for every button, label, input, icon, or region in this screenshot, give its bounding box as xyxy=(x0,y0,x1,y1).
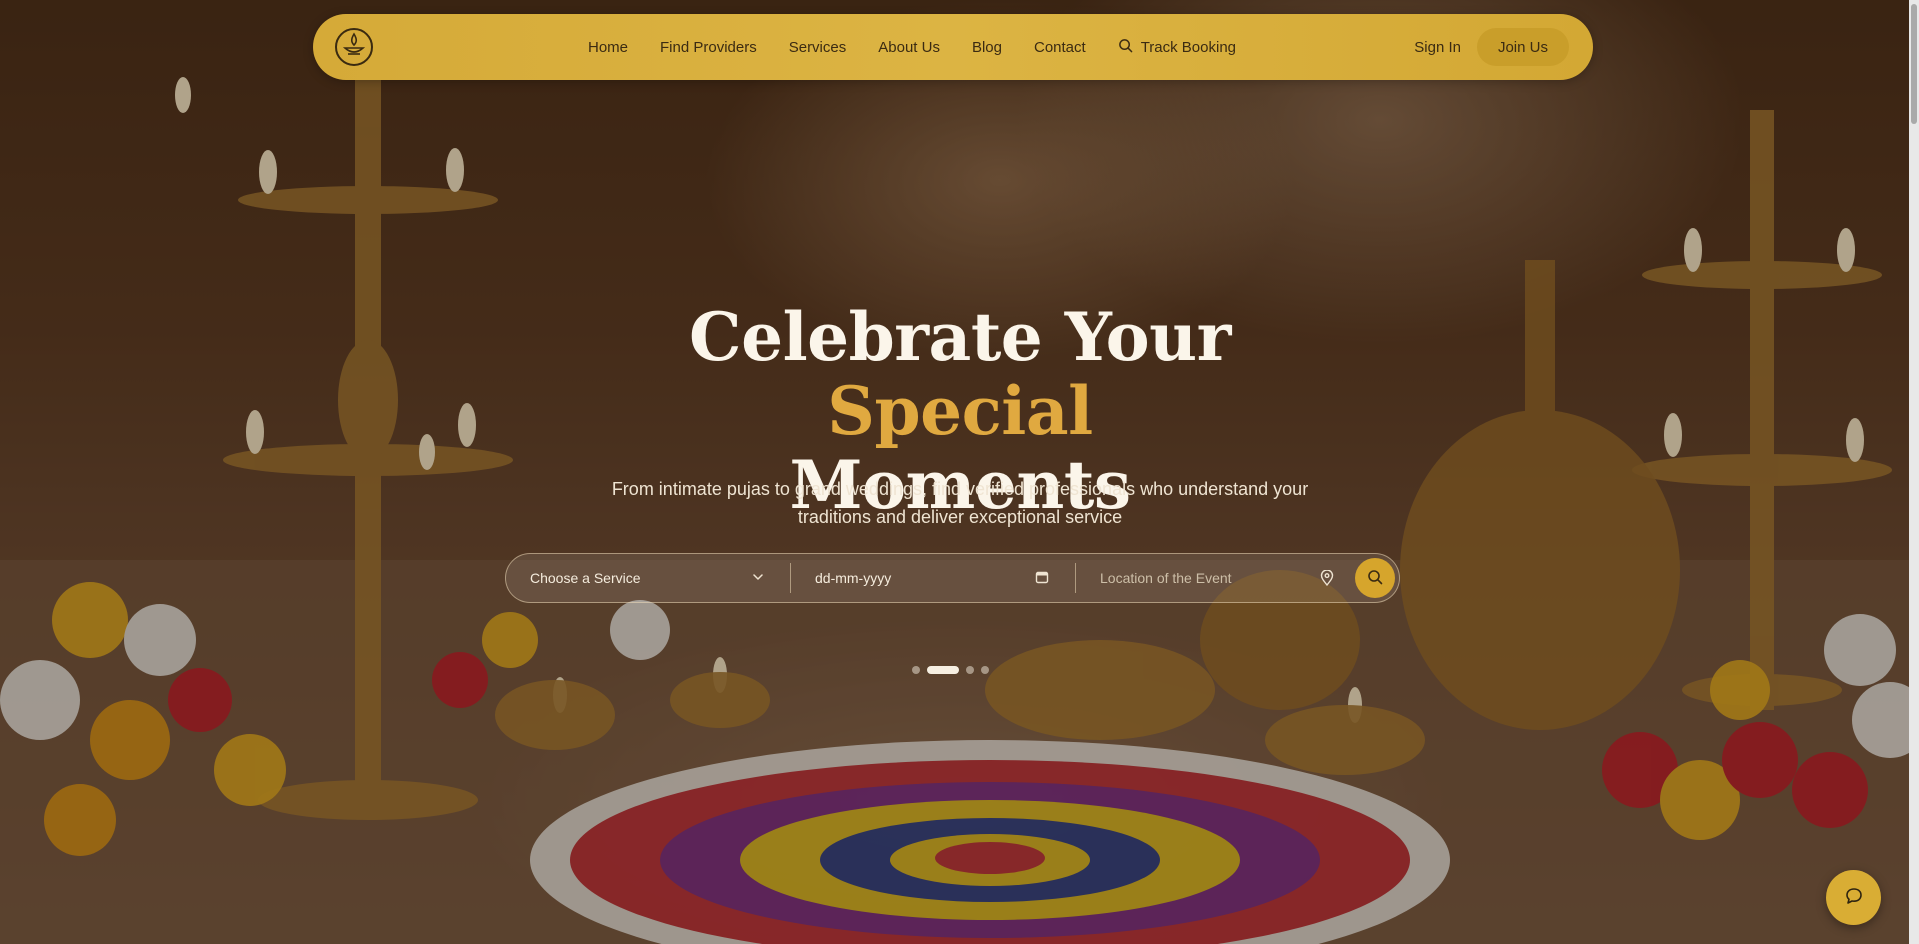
event-search-bar: Choose a Service dd-mm-yyyy Location of … xyxy=(505,553,1400,603)
event-location-input[interactable]: Location of the Event xyxy=(1076,553,1360,603)
sign-in-link[interactable]: Sign In xyxy=(1414,39,1461,56)
brand-logo[interactable] xyxy=(335,28,373,66)
hero-title-part1: Celebrate Your xyxy=(689,298,1231,376)
carousel-dot-active[interactable] xyxy=(927,666,959,674)
search-icon xyxy=(1118,38,1133,57)
chevron-down-icon xyxy=(752,570,764,588)
service-select[interactable]: Choose a Service xyxy=(506,553,790,603)
nav-link-contact[interactable]: Contact xyxy=(1034,39,1086,56)
carousel-dot[interactable] xyxy=(981,666,989,674)
event-date-input[interactable]: dd-mm-yyyy xyxy=(791,553,1075,603)
top-navbar: Home Find Providers Services About Us Bl… xyxy=(313,14,1593,80)
track-booking-label: Track Booking xyxy=(1140,38,1237,56)
nav-link-about-us[interactable]: About Us xyxy=(878,39,940,56)
nav-actions: Sign In Join Us xyxy=(1414,14,1569,80)
event-date-placeholder: dd-mm-yyyy xyxy=(815,570,892,586)
carousel-indicators xyxy=(912,666,989,674)
track-booking-link[interactable]: Track Booking xyxy=(1118,38,1236,57)
carousel-dot[interactable] xyxy=(966,666,974,674)
chat-bubble-icon xyxy=(1844,886,1864,909)
hero-title-accent: Special xyxy=(827,372,1093,450)
chat-button[interactable] xyxy=(1826,870,1881,925)
nav-link-services[interactable]: Services xyxy=(789,39,847,56)
hero-subtitle: From intimate pujas to grand weddings, f… xyxy=(611,479,1309,527)
nav-link-blog[interactable]: Blog xyxy=(972,39,1002,56)
map-pin-icon xyxy=(1320,569,1334,591)
nav-link-find-providers[interactable]: Find Providers xyxy=(660,39,757,56)
join-us-button[interactable]: Join Us xyxy=(1476,28,1569,66)
diya-lamp-icon xyxy=(342,31,366,63)
event-location-placeholder: Location of the Event xyxy=(1100,570,1232,586)
service-select-value: Choose a Service xyxy=(530,570,641,586)
search-icon xyxy=(1367,569,1383,588)
calendar-icon[interactable] xyxy=(1035,570,1049,589)
page-scrollbar-track[interactable] xyxy=(1909,0,1919,944)
search-submit-button[interactable] xyxy=(1355,558,1395,598)
carousel-dot[interactable] xyxy=(912,666,920,674)
nav-link-home[interactable]: Home xyxy=(588,39,628,56)
page-scrollbar-thumb[interactable] xyxy=(1911,4,1917,124)
nav-links: Home Find Providers Services About Us Bl… xyxy=(588,14,1236,80)
